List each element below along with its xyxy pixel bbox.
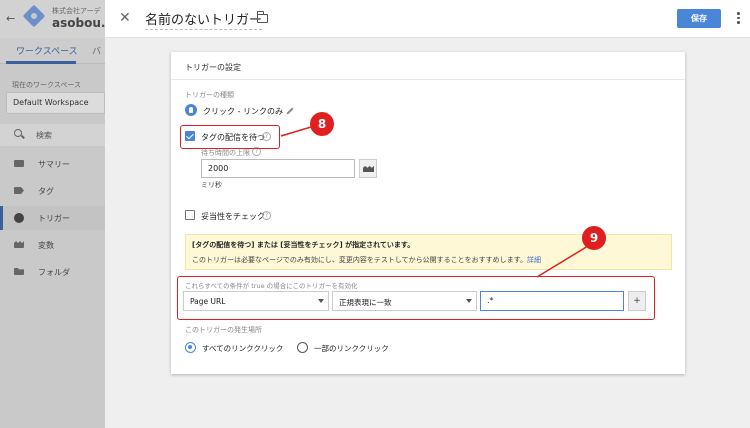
trigger-type-value[interactable]: クリック - リンクのみ	[203, 106, 283, 117]
workspace-label: 現在のワークスペース	[12, 81, 81, 89]
sidebar-item-label: トリガー	[38, 214, 70, 223]
more-options-icon[interactable]	[737, 12, 740, 26]
highlight-box-9	[177, 276, 655, 320]
annotation-badge-8: 8	[310, 112, 334, 136]
sidebar-search[interactable]: 検索	[0, 124, 105, 146]
wait-limit-label: 待ち時間の上限	[201, 149, 250, 157]
sidebar-item-triggers[interactable]: トリガー	[0, 206, 105, 230]
shell-tabs: ワークスペース バ	[0, 38, 105, 64]
sidebar-item-summary[interactable]: サマリー	[0, 152, 105, 176]
panel-header: ✕ 名前のないトリガー 保存	[105, 0, 750, 38]
all-link-clicks-radio[interactable]	[185, 342, 196, 353]
highlight-box-8	[180, 125, 280, 149]
annotation-badge-9: 9	[582, 226, 606, 250]
wait-limit-input[interactable]: 2000	[201, 159, 355, 178]
sidebar-item-variables[interactable]: 変数	[0, 233, 105, 257]
search-label: 検索	[36, 131, 52, 140]
trigger-config-card: トリガーの設定 トリガーの種類 クリック - リンクのみ タグの配信を待つ ? …	[171, 52, 685, 374]
sidebar-item-folders[interactable]: フォルダ	[0, 260, 105, 284]
pencil-icon[interactable]	[286, 107, 294, 115]
check-validation-checkbox[interactable]	[185, 210, 195, 220]
sidebar-item-label: 変数	[38, 241, 54, 250]
some-link-clicks-radio[interactable]	[297, 342, 308, 353]
all-link-clicks-label: すべてのリンククリック	[202, 344, 284, 353]
save-button[interactable]: 保存	[677, 9, 721, 28]
trigger-name-field[interactable]: 名前のないトリガー	[145, 9, 263, 30]
link-click-icon	[185, 104, 197, 116]
milliseconds-label: ミリ秒	[201, 181, 222, 189]
trigger-icon	[14, 213, 24, 223]
tab-active-indicator	[6, 61, 76, 64]
sidebar-item-label: フォルダ	[38, 268, 70, 277]
back-arrow-icon[interactable]: ←	[6, 12, 15, 25]
notice-body: このトリガーは必要なページでのみ有効にし、変更内容をテストしてから公開することを…	[192, 255, 665, 265]
learn-more-link[interactable]: 詳細	[527, 256, 541, 264]
card-header: トリガーの設定	[171, 52, 685, 80]
notice-text: このトリガーは必要なページでのみ有効にし、変更内容をテストしてから公開することを…	[192, 256, 527, 264]
sidebar-item-label: サマリー	[38, 160, 70, 169]
fire-on-label: このトリガーの発生場所	[185, 326, 262, 334]
folder-icon	[14, 268, 24, 275]
tab-workspace[interactable]: ワークスペース	[16, 44, 78, 57]
card-title: トリガーの設定	[185, 63, 241, 72]
trigger-type-label: トリガーの種類	[185, 91, 234, 99]
help-icon[interactable]: ?	[262, 211, 271, 220]
sidebar-item-label: タグ	[38, 187, 54, 196]
workspace-selector[interactable]: Default Workspace	[6, 92, 105, 114]
sidebar-item-tags[interactable]: タグ	[0, 179, 105, 203]
check-validation-label: 妥当性をチェック	[201, 212, 265, 221]
variable-picker-button[interactable]	[359, 159, 377, 178]
tag-icon	[14, 187, 24, 194]
close-icon[interactable]: ✕	[119, 10, 131, 26]
gtm-logo-icon	[22, 4, 46, 28]
tab-versions[interactable]: バ	[92, 44, 101, 57]
company-name: 株式会社アーデ	[52, 7, 101, 15]
folder-icon[interactable]	[256, 11, 268, 23]
search-icon	[14, 129, 22, 137]
some-link-clicks-label: 一部のリンククリック	[314, 344, 389, 353]
variable-icon	[14, 241, 24, 248]
summary-icon	[14, 160, 24, 167]
